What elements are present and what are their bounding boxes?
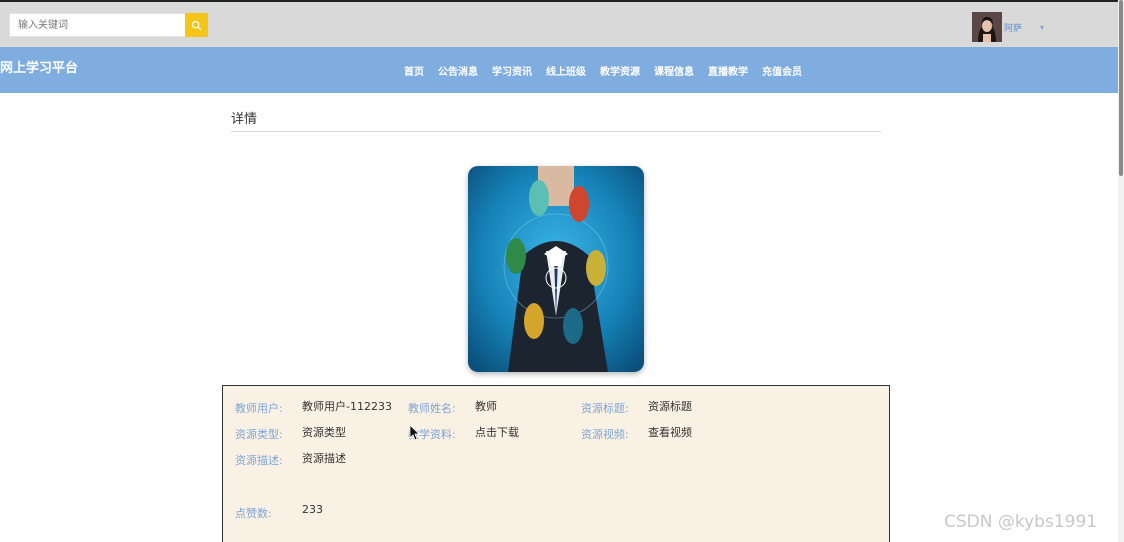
mouse-cursor-icon [410,425,420,441]
resource-title-field: 资源标题: [581,400,629,416]
resource-video-field: 资源视频: [581,426,629,442]
site-logo[interactable]: 网上学习平台 [0,57,78,76]
search-icon [191,20,202,30]
resource-detail-panel: 教师用户: 教师用户-112233 教师姓名: 教师 资源标题: 资源标题 资源… [222,385,890,542]
search-button[interactable] [185,13,208,37]
teacher-name-field: 教师姓名: [408,400,456,416]
nav-menu: 首页 公告消息 学习资讯 线上班级 教学资源 课程信息 直播教学 充值会员 [404,63,816,78]
page-scrollbar[interactable] [1118,0,1124,542]
page-title: 详情 [231,112,258,127]
resource-desc-label: 资源描述: [235,454,283,467]
watermark: CSDN @kybs1991 [944,512,1098,532]
download-link-text[interactable]: 点击下载 [475,426,519,439]
resource-image [468,166,644,372]
resource-type-label: 资源类型: [235,428,283,441]
resource-video-label: 资源视频: [581,428,629,441]
teacher-user-value: 教师用户-112233 [302,400,392,413]
teacher-name-label: 教师姓名: [408,402,456,415]
resource-desc-value: 资源描述 [302,452,346,465]
download-link[interactable]: 点击下载 [475,424,519,440]
nav-item-online-class[interactable]: 线上班级 [546,63,586,78]
teacher-name-value: 教师 [475,400,497,413]
resource-type-value-wrap: 资源类型 [302,424,346,440]
resource-type-value: 资源类型 [302,426,346,439]
likes-label: 点赞数: [235,507,272,520]
resource-title-value-wrap: 资源标题 [648,398,692,414]
user-menu[interactable]: 阿萨 ▾ [972,12,1044,42]
nav-item-announcements[interactable]: 公告消息 [438,63,478,78]
chevron-down-icon[interactable]: ▾ [1040,23,1044,32]
nav-item-live-teaching[interactable]: 直播教学 [708,63,748,78]
resource-desc-value-wrap: 资源描述 [302,450,346,466]
likes-value-wrap: 233 [302,503,323,516]
nav-item-home[interactable]: 首页 [404,63,424,78]
teacher-user-label: 教师用户: [235,402,283,415]
search-input[interactable] [9,13,185,37]
title-divider [231,131,881,132]
teacher-user-value-wrap: 教师用户-112233 [302,398,392,414]
resource-title-label: 资源标题: [581,402,629,415]
search-bar [9,13,208,37]
education-illustration [468,166,644,372]
resource-type-field: 资源类型: [235,426,283,442]
resource-desc-field: 资源描述: [235,452,283,468]
nav-item-course-info[interactable]: 课程信息 [654,63,694,78]
nav-item-membership[interactable]: 充值会员 [762,63,802,78]
scrollbar-thumb[interactable] [1119,0,1123,176]
view-video-link-text[interactable]: 查看视频 [648,426,692,439]
avatar[interactable] [972,12,1002,42]
likes-count: 233 [302,503,323,516]
likes-field: 点赞数: [235,505,272,521]
username[interactable]: 阿萨 [1004,21,1022,34]
nav-bar: 网上学习平台 首页 公告消息 学习资讯 线上班级 教学资源 课程信息 直播教学 … [0,47,1118,93]
nav-item-news[interactable]: 学习资讯 [492,63,532,78]
resource-title-value: 资源标题 [648,400,692,413]
top-bar: 阿萨 ▾ [0,0,1118,47]
teacher-name-value-wrap: 教师 [475,398,497,414]
view-video-link[interactable]: 查看视频 [648,424,692,440]
nav-item-teaching-resources[interactable]: 教学资源 [600,63,640,78]
avatar-image [972,12,1002,42]
teacher-user-field: 教师用户: [235,400,283,416]
